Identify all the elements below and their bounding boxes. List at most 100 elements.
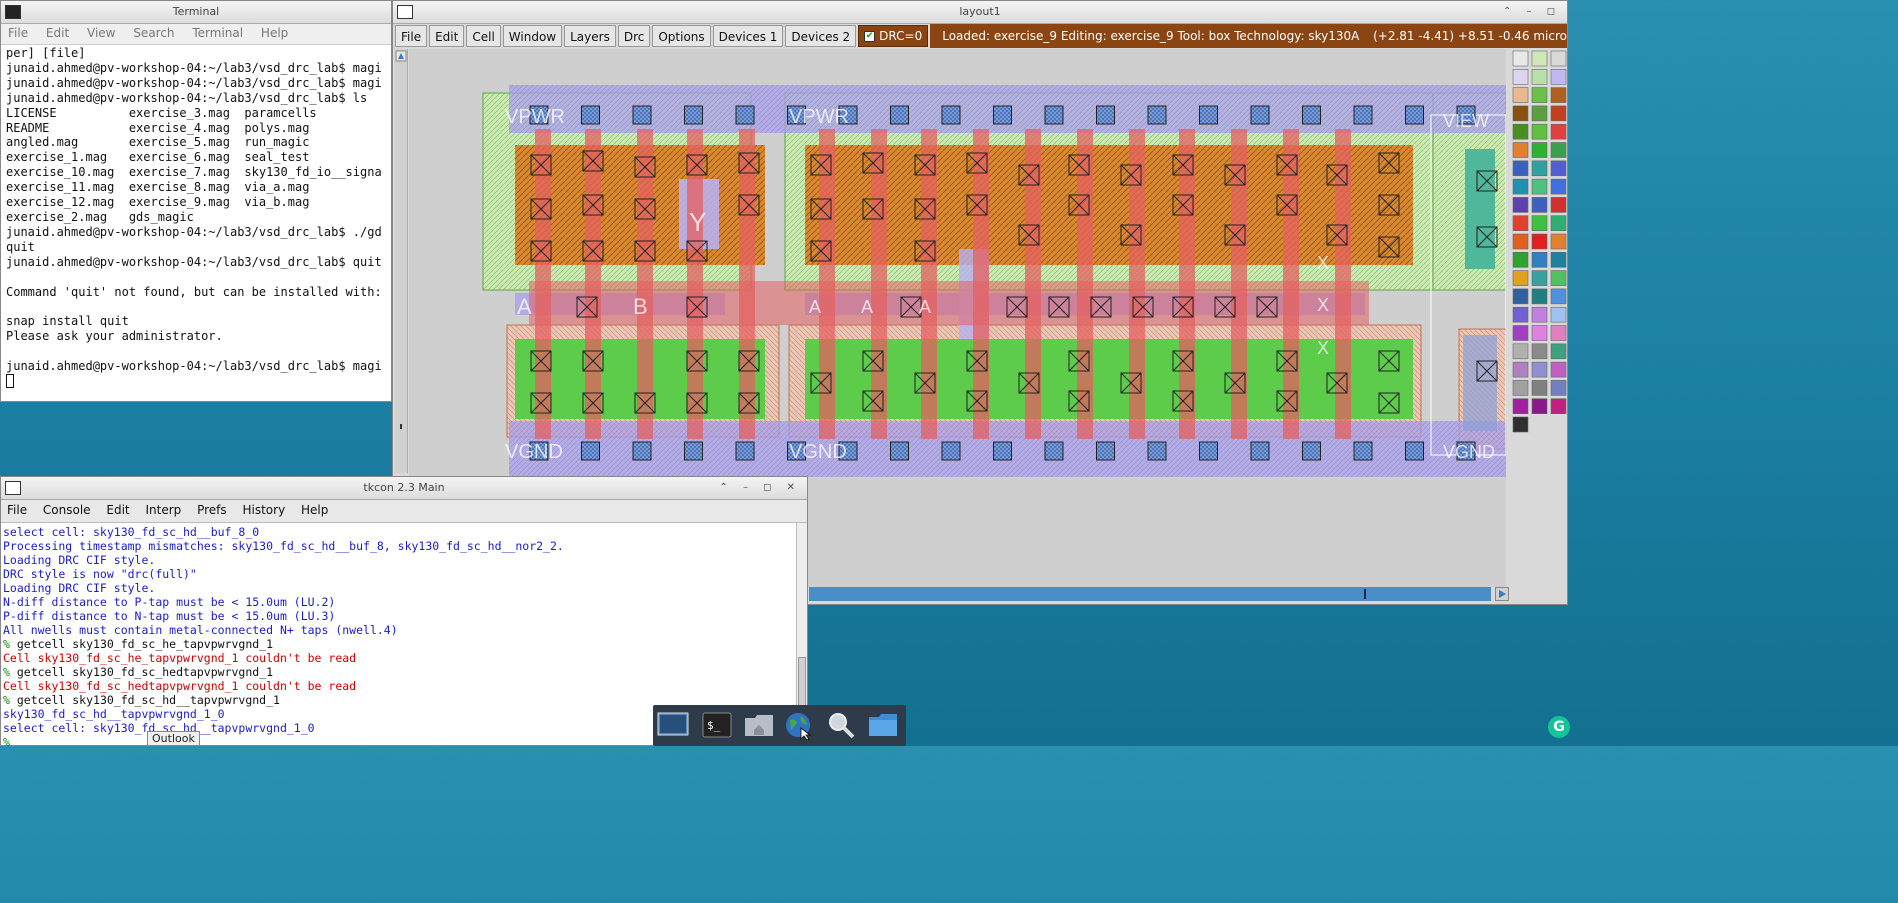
layer-swatch[interactable]: [1550, 87, 1567, 103]
layer-swatch[interactable]: [1531, 343, 1548, 360]
layer-swatch[interactable]: [1512, 50, 1529, 67]
magic-menu-edit[interactable]: Edit: [429, 25, 465, 47]
terminal-titlebar[interactable]: Terminal: [1, 1, 391, 24]
layer-swatch[interactable]: [1531, 50, 1548, 67]
magic-menu-drc[interactable]: Drc: [617, 25, 651, 47]
terminal-menu-edit[interactable]: Edit: [39, 24, 76, 42]
layer-swatch[interactable]: [1550, 380, 1567, 396]
layer-swatch[interactable]: [1531, 105, 1548, 122]
terminal-window[interactable]: Terminal File Edit View Search Terminal …: [0, 0, 392, 402]
layer-swatch[interactable]: [1512, 197, 1529, 213]
tkcon-menu-interp[interactable]: Interp: [139, 500, 187, 520]
magic-menu-layers[interactable]: Layers: [564, 25, 616, 47]
layer-swatch[interactable]: [1531, 288, 1548, 305]
layer-swatch[interactable]: [1512, 123, 1529, 140]
home-folder-icon[interactable]: [743, 710, 775, 740]
layer-swatch[interactable]: [1531, 252, 1548, 268]
layer-swatch[interactable]: [1512, 306, 1529, 323]
layer-swatch[interactable]: [1512, 361, 1529, 378]
tkcon-menu-help[interactable]: Help: [295, 500, 334, 520]
tkcon-window-controls[interactable]: ⌃ – ◻ ✕: [719, 477, 801, 499]
terminal-menu-file[interactable]: File: [1, 24, 35, 42]
layer-swatch[interactable]: [1550, 398, 1567, 415]
tkcon-menu-edit[interactable]: Edit: [100, 500, 135, 520]
layer-swatch[interactable]: [1550, 105, 1567, 122]
layer-swatch[interactable]: [1550, 160, 1567, 177]
tkcon-menu-console[interactable]: Console: [37, 500, 97, 520]
layer-swatch[interactable]: [1512, 252, 1529, 268]
layer-swatch[interactable]: [1531, 123, 1548, 140]
layer-swatch[interactable]: [1531, 87, 1548, 103]
layer-swatch[interactable]: [1531, 142, 1548, 158]
terminal-menu-search[interactable]: Search: [126, 24, 181, 42]
layer-swatch[interactable]: [1550, 361, 1567, 378]
tkcon-menu-history[interactable]: History: [236, 500, 291, 520]
magic-menu-devices1[interactable]: Devices 1: [712, 25, 784, 47]
layer-swatch[interactable]: [1550, 123, 1567, 140]
layer-swatch[interactable]: [1512, 380, 1529, 396]
layer-swatch[interactable]: [1550, 178, 1567, 195]
layer-swatch[interactable]: [1512, 160, 1529, 177]
layer-swatch[interactable]: [1550, 270, 1567, 286]
layer-swatch[interactable]: [1550, 142, 1567, 158]
layer-swatch[interactable]: [1550, 50, 1567, 67]
desktop-icon[interactable]: [657, 710, 689, 740]
scroll-right-button[interactable]: [1495, 587, 1509, 601]
layer-swatch[interactable]: [1550, 197, 1567, 213]
layer-swatch[interactable]: [1531, 325, 1548, 341]
layer-swatch[interactable]: [1512, 105, 1529, 122]
drc-toggle-button[interactable]: ✔ DRC=0: [858, 25, 929, 47]
terminal-icon[interactable]: $_: [701, 710, 733, 740]
layer-swatch[interactable]: [1531, 215, 1548, 231]
magic-menu-options[interactable]: Options: [652, 25, 711, 47]
layer-swatch[interactable]: [1512, 270, 1529, 286]
window-controls[interactable]: ⌃ – ◻: [1503, 1, 1561, 23]
layer-swatch[interactable]: [1550, 288, 1567, 305]
layer-swatch[interactable]: [1550, 68, 1567, 85]
layer-swatch[interactable]: [1531, 380, 1548, 396]
layer-swatch[interactable]: [1531, 233, 1548, 250]
layer-swatch[interactable]: [1531, 197, 1548, 213]
layer-swatch[interactable]: [1512, 87, 1529, 103]
search-icon[interactable]: [825, 710, 857, 740]
vertical-scrollbar[interactable]: [395, 49, 408, 473]
layer-swatch[interactable]: [1550, 306, 1567, 323]
layer-swatch[interactable]: [1512, 325, 1529, 341]
layer-swatch[interactable]: [1512, 142, 1529, 158]
web-browser-icon[interactable]: [783, 710, 815, 740]
layer-swatch[interactable]: [1512, 343, 1529, 360]
layer-swatch[interactable]: [1531, 361, 1548, 378]
layer-swatch[interactable]: [1512, 288, 1529, 305]
magic-menu-file[interactable]: File: [395, 25, 428, 47]
layer-swatch[interactable]: [1550, 215, 1567, 231]
layer-swatch[interactable]: [1512, 215, 1529, 231]
grammarly-badge[interactable]: G: [1548, 716, 1570, 738]
layer-swatch[interactable]: [1531, 270, 1548, 286]
layer-swatch[interactable]: [1531, 306, 1548, 323]
layer-swatch[interactable]: [1512, 416, 1529, 433]
layer-swatch[interactable]: [1550, 252, 1567, 268]
layer-swatch[interactable]: [1550, 343, 1567, 360]
layer-swatch[interactable]: [1531, 398, 1548, 415]
magic-titlebar[interactable]: layout1 ⌃ – ◻: [393, 1, 1567, 24]
tkcon-menu-file[interactable]: File: [1, 500, 33, 520]
layer-swatch[interactable]: [1512, 68, 1529, 85]
layer-swatch[interactable]: [1531, 68, 1548, 85]
layer-swatch[interactable]: [1550, 233, 1567, 250]
terminal-menu-terminal[interactable]: Terminal: [185, 24, 250, 42]
horizontal-scrollbar[interactable]: [809, 587, 1491, 601]
magic-menu-devices2[interactable]: Devices 2: [785, 25, 857, 47]
terminal-menu-view[interactable]: View: [80, 24, 122, 42]
terminal-output[interactable]: per] [file] junaid.ahmed@pv-workshop-04:~…: [1, 45, 391, 402]
magic-menu-cell[interactable]: Cell: [466, 25, 501, 47]
tkcon-titlebar[interactable]: tkcon 2.3 Main ⌃ – ◻ ✕: [1, 477, 807, 500]
layer-swatch[interactable]: [1512, 398, 1529, 415]
layer-swatch[interactable]: [1512, 178, 1529, 195]
layer-palette[interactable]: [1511, 49, 1569, 489]
layer-swatch[interactable]: [1512, 233, 1529, 250]
layer-swatch[interactable]: [1531, 178, 1548, 195]
layer-swatch[interactable]: [1550, 325, 1567, 341]
layer-swatch[interactable]: [1531, 160, 1548, 177]
drc-checkbox[interactable]: ✔: [864, 30, 876, 42]
magic-menu-window[interactable]: Window: [502, 25, 563, 47]
